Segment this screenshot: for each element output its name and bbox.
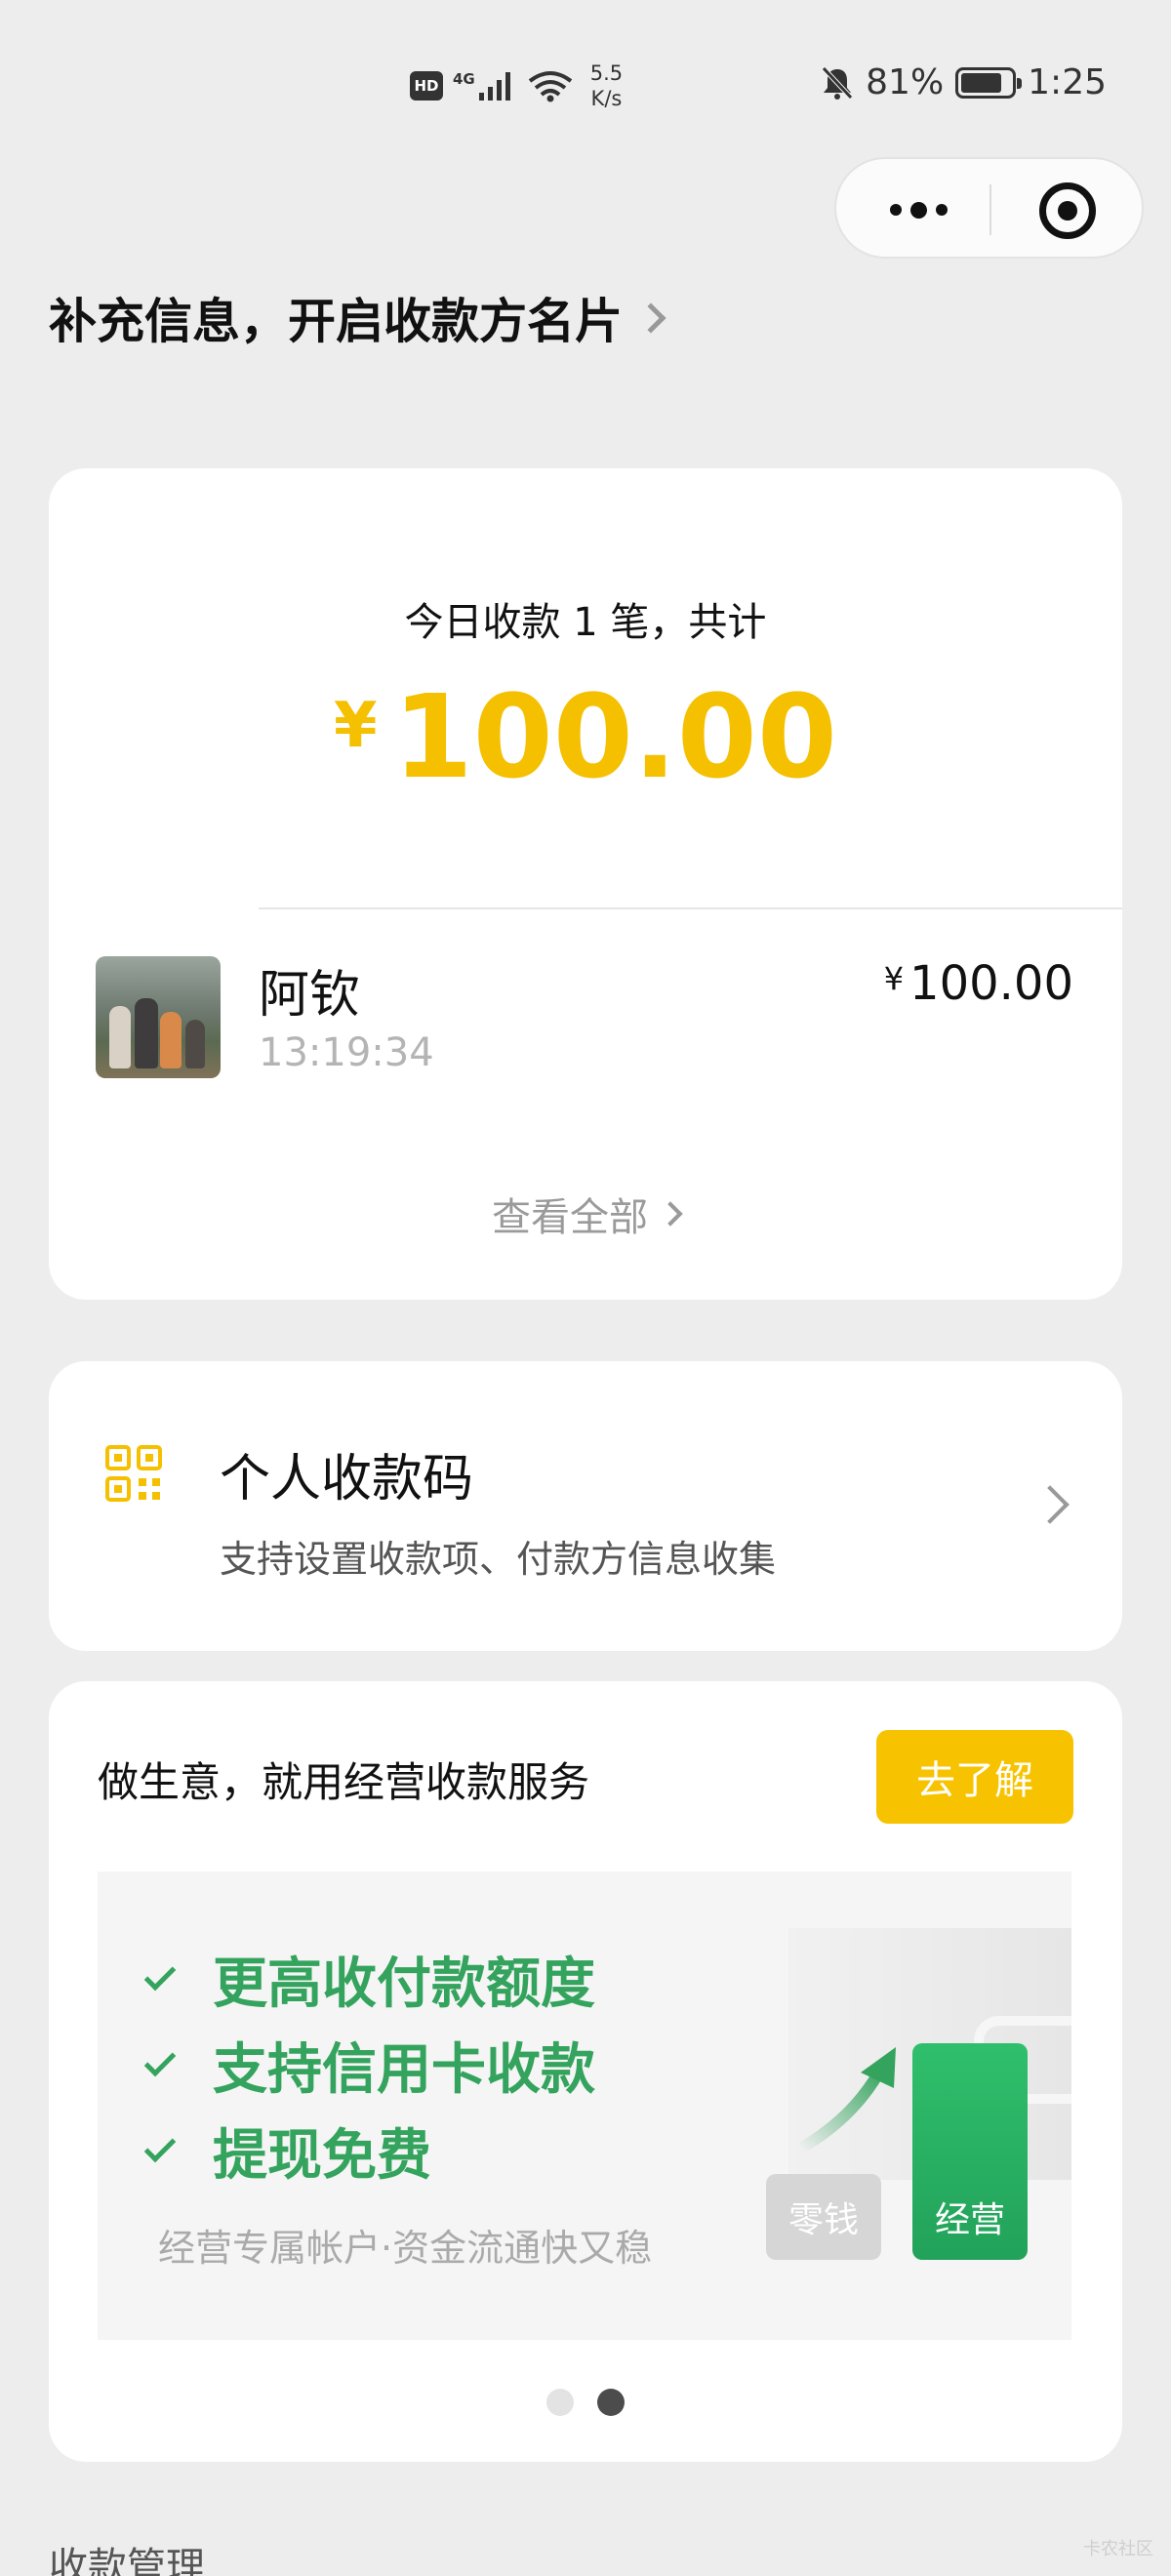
capsule-divider (989, 184, 991, 235)
business-title: 做生意，就用经营收款服务 (98, 1758, 590, 1806)
status-center: HD 4G 5.5 K/s (410, 60, 623, 111)
dot-small-left (889, 204, 902, 216)
chevron-right-icon (658, 1201, 683, 1227)
change-wallet-pill: 零钱 (766, 2174, 881, 2260)
arrow-up-icon (794, 2047, 896, 2154)
section-heading: 收款管理 (49, 2545, 205, 2576)
capsule-menu (834, 157, 1144, 259)
view-all-link[interactable]: 查看全部 (49, 1186, 1122, 1242)
feature-item: 提现免费 (143, 2112, 431, 2191)
personal-qr-card[interactable]: 个人收款码 支持设置收款项、付款方信息收集 (49, 1361, 1122, 1651)
promo-banner[interactable]: 更高收付款额度 支持信用卡收款 提现免费 经营专属帐户·资金流通快又稳 零钱 经… (98, 1872, 1071, 2340)
battery-percent: 81% (866, 62, 945, 102)
speed-value: 5.5 (589, 61, 624, 85)
status-bar: HD 4G 5.5 K/s 81% 1:25 (0, 0, 1171, 146)
avatar-figure (109, 1006, 131, 1068)
mute-bell-icon (822, 65, 853, 100)
profile-card-link[interactable]: 补充信息，开启收款方名片 (49, 283, 666, 352)
status-right: 81% 1:25 (821, 62, 1107, 102)
payment-time: 13:19:34 (259, 1030, 434, 1075)
payment-amount: ¥ 100.00 (884, 956, 1073, 1011)
more-dots-icon[interactable] (880, 190, 956, 229)
avatar-figure (185, 1020, 205, 1068)
watermark: 卡农社区 (1083, 2539, 1153, 2559)
dot-big (909, 201, 927, 219)
signal-icon (478, 72, 510, 101)
check-icon (143, 1958, 177, 1991)
feature-item: 更高收付款额度 (143, 1940, 595, 2019)
hd-icon: HD (410, 71, 443, 101)
today-count-label: 今日收款 1 笔，共计 (404, 600, 767, 645)
payment-value: 100.00 (909, 956, 1073, 1011)
view-all-label: 查看全部 (492, 1195, 648, 1240)
total-value: 100.00 (392, 669, 837, 804)
business-service-card: 做生意，就用经营收款服务 去了解 更高收付款额度 支持信用卡收款 提现免费 经营… (49, 1681, 1122, 2462)
divider (259, 907, 1122, 909)
avatar-figure (160, 1012, 182, 1068)
target-close-icon[interactable] (1039, 182, 1096, 239)
business-account-pill: 经营 (912, 2043, 1028, 2260)
network-speed: 5.5 K/s (590, 60, 623, 111)
feature-text: 支持信用卡收款 (213, 2038, 595, 2102)
feature-text: 提现免费 (213, 2124, 431, 2188)
feature-item: 支持信用卡收款 (143, 2026, 595, 2105)
avatar (96, 956, 221, 1078)
carousel-indicator (49, 2389, 1122, 2416)
payer-name: 阿钦 (259, 966, 361, 1025)
check-icon (143, 2044, 177, 2076)
chevron-right-icon (1030, 1485, 1070, 1524)
battery-icon (955, 66, 1023, 99)
qr-title: 个人收款码 (220, 1450, 474, 1509)
banner-subtitle: 经营专属帐户·资金流通快又稳 (158, 2227, 653, 2270)
avatar-figure (135, 998, 158, 1068)
speed-unit: K/s (590, 87, 623, 110)
carousel-dot-active[interactable] (597, 2389, 625, 2416)
today-total-amount: ¥ 100.00 (49, 678, 1122, 795)
currency-symbol: ¥ (334, 690, 378, 762)
qr-code-icon (105, 1445, 162, 1502)
check-icon (143, 2130, 177, 2162)
page-title: 补充信息，开启收款方名片 (49, 294, 624, 349)
network-type: 4G (453, 70, 475, 88)
chevron-right-icon (635, 302, 666, 334)
wifi-icon (528, 71, 572, 102)
dot-small-right (935, 204, 948, 216)
carousel-dot[interactable] (546, 2389, 574, 2416)
clock: 1:25 (1028, 62, 1107, 102)
qr-subtitle: 支持设置收款项、付款方信息收集 (220, 1538, 777, 1581)
learn-more-button[interactable]: 去了解 (876, 1730, 1073, 1824)
currency-symbol: ¥ (883, 960, 905, 997)
feature-text: 更高收付款额度 (213, 1952, 595, 2016)
today-summary-card: 今日收款 1 笔，共计 ¥ 100.00 阿钦 13:19:34 ¥ 100.0… (49, 468, 1122, 1300)
battery-fill (961, 72, 1001, 93)
